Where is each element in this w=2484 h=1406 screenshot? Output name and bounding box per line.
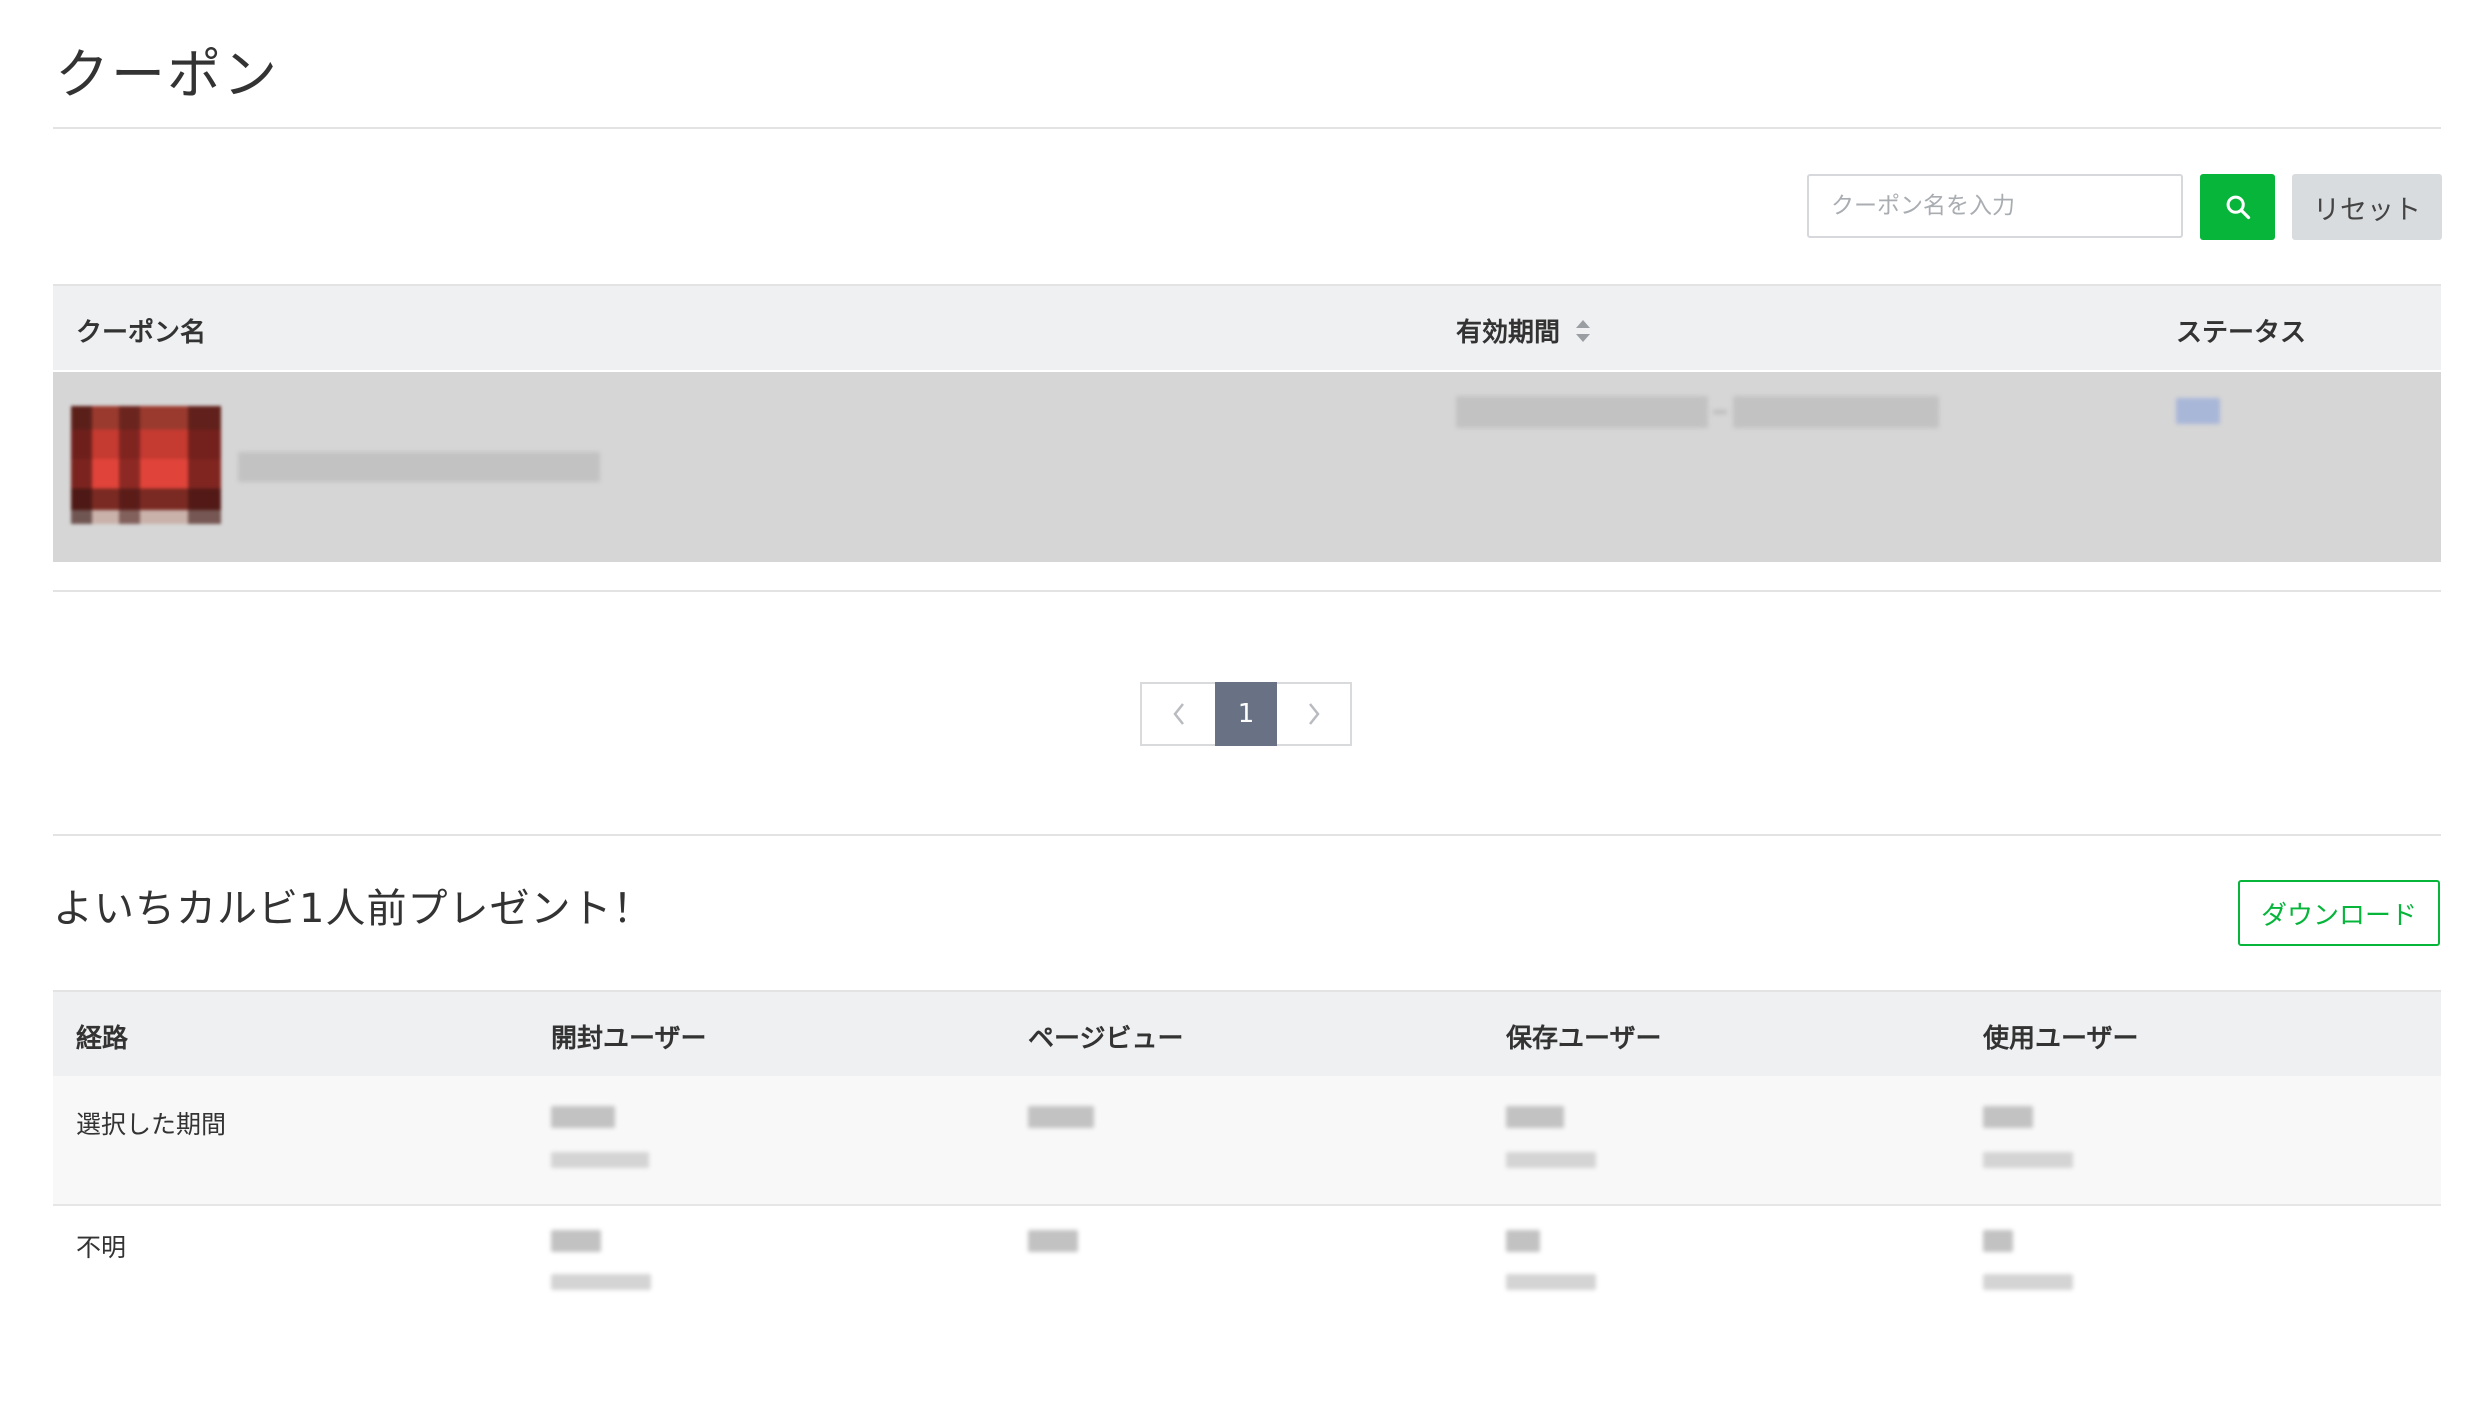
title-divider	[53, 127, 2441, 129]
column-header-validity[interactable]: 有効期間	[1456, 312, 1592, 349]
value-redacted	[1028, 1106, 1094, 1128]
value-redacted	[1983, 1230, 2013, 1252]
table-row: 不明	[53, 1206, 2441, 1334]
value-redacted	[1506, 1274, 1596, 1290]
stats-table-header: 経路 開封ユーザー ページビュー 保存ユーザー 使用ユーザー	[53, 990, 2441, 1076]
column-header-validity-label: 有効期間	[1456, 318, 1561, 348]
chevron-right-icon	[1308, 703, 1320, 725]
value-redacted	[551, 1274, 651, 1290]
value-redacted	[551, 1106, 615, 1128]
column-header-coupon-name: クーポン名	[76, 318, 207, 348]
coupon-row[interactable]	[53, 372, 2441, 562]
coupon-detail-title: よいちカルビ1人前プレゼント！	[53, 886, 654, 932]
section-divider	[53, 834, 2441, 836]
coupon-name-redacted	[238, 452, 600, 482]
column-header-opened-users: 開封ユーザー	[551, 1024, 707, 1054]
table-row: 選択した期間	[53, 1076, 2441, 1204]
column-header-used-users: 使用ユーザー	[1983, 1024, 2139, 1054]
search-input[interactable]	[1807, 174, 2183, 238]
column-header-saved-users: 保存ユーザー	[1506, 1024, 1662, 1054]
search-button[interactable]	[2200, 174, 2275, 240]
value-redacted	[1983, 1106, 2033, 1128]
pagination: 1	[1140, 682, 1352, 746]
pagination-page-1[interactable]: 1	[1215, 682, 1277, 746]
pagination-prev-button[interactable]	[1140, 682, 1215, 746]
chevron-left-icon	[1172, 703, 1184, 725]
value-redacted	[1506, 1106, 1564, 1128]
coupon-table-header: クーポン名 有効期間 ステータス	[53, 284, 2441, 370]
coupon-page: クーポン リセット クーポン名 有効期間 ステータス	[0, 0, 2484, 1406]
value-redacted	[1983, 1152, 2073, 1168]
value-redacted	[1506, 1152, 1596, 1168]
column-header-status: ステータス	[2176, 318, 2307, 348]
validity-start-redacted	[1456, 396, 1708, 428]
value-redacted	[1028, 1230, 1078, 1252]
validity-separator-redacted	[1713, 410, 1727, 414]
column-header-page-views: ページビュー	[1028, 1024, 1184, 1054]
value-redacted	[551, 1152, 649, 1168]
sort-icon	[1576, 319, 1591, 342]
value-redacted	[551, 1230, 601, 1252]
search-icon	[2226, 195, 2250, 220]
route-label: 選択した期間	[76, 1110, 227, 1139]
column-header-route: 経路	[76, 1024, 129, 1054]
coupon-thumbnail	[71, 406, 221, 524]
value-redacted	[1506, 1230, 1540, 1252]
route-label: 不明	[76, 1233, 127, 1262]
status-badge-redacted	[2176, 398, 2220, 424]
pagination-next-button[interactable]	[1277, 682, 1352, 746]
download-button[interactable]: ダウンロード	[2238, 880, 2440, 946]
page-title: クーポン	[55, 43, 279, 106]
reset-button[interactable]: リセット	[2292, 174, 2442, 240]
validity-end-redacted	[1733, 396, 1939, 428]
value-redacted	[1983, 1274, 2073, 1290]
table-bottom-divider	[53, 590, 2441, 592]
